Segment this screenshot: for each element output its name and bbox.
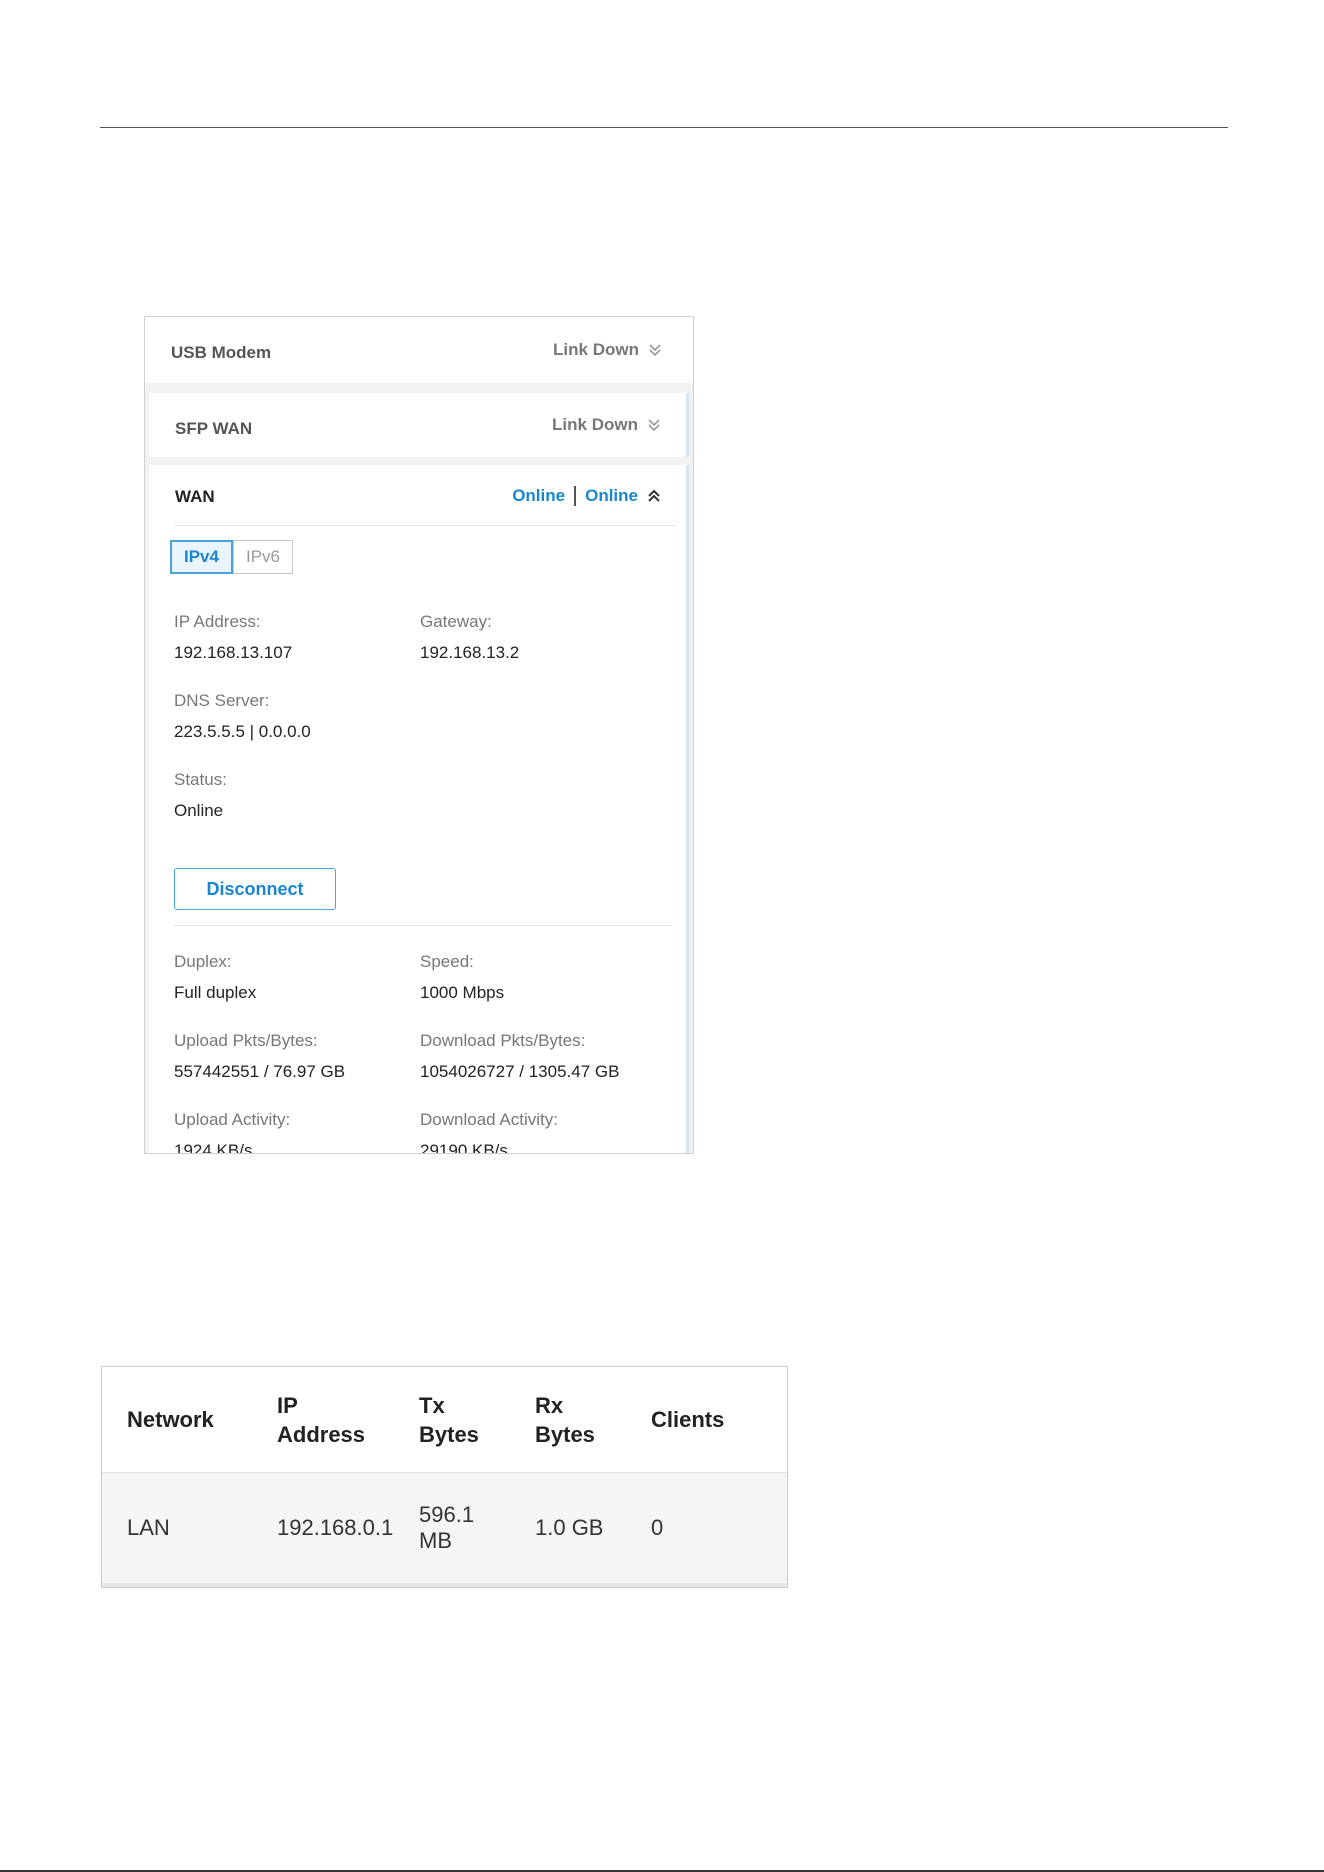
page-top-rule <box>100 127 1228 128</box>
upload-pkts-value: 557442551 / 76.97 GB <box>174 1062 346 1081</box>
gateway-label: Gateway: <box>420 612 492 631</box>
activity-clip: Upload Activity: 1924 KB/s Download Acti… <box>145 1100 689 1153</box>
header-ip-address: IP Address <box>277 1391 365 1449</box>
header-tx-bytes: Tx Bytes <box>419 1391 479 1449</box>
download-activity-value: 29190 KB/s <box>420 1141 508 1153</box>
usb-modem-status-text: Link Down <box>553 340 639 359</box>
tab-ipv4[interactable]: IPv4 <box>170 540 233 574</box>
dns-server-field: DNS Server: 223.5.5.5 | 0.0.0.0 <box>174 691 311 742</box>
wan-status-ipv6: Online <box>585 486 638 505</box>
cell-tx-bytes: 596.1 MB <box>419 1502 474 1554</box>
disconnect-button[interactable]: Disconnect <box>174 868 336 910</box>
upload-activity-field: Upload Activity: 1924 KB/s <box>174 1110 290 1153</box>
usb-modem-card[interactable]: USB Modem Link Down <box>145 317 693 383</box>
usb-modem-title: USB Modem <box>171 343 272 362</box>
header-ip-address-line2: Address <box>277 1422 366 1447</box>
wan-stats-divider <box>174 925 672 926</box>
chevron-double-up-icon[interactable] <box>646 487 662 505</box>
table-row[interactable]: LAN 192.168.0.1 596.1 MB 1.0 GB 0 <box>102 1473 787 1583</box>
ip-version-tabs: IPv4 IPv6 <box>170 540 294 574</box>
upload-activity-value: 1924 KB/s <box>174 1141 253 1153</box>
duplex-field: Duplex: Full duplex <box>174 952 256 1003</box>
status-field: Status: Online <box>174 770 227 821</box>
status-value: Online <box>174 801 224 820</box>
lan-table: Network IP Address Tx Bytes Rx Bytes Cli… <box>101 1366 788 1588</box>
cell-tx-bytes-line2: MB <box>419 1528 452 1553</box>
wan-status[interactable]: Online Online <box>512 486 662 506</box>
download-pkts-value: 1054026727 / 1305.47 GB <box>420 1062 620 1081</box>
chevron-double-down-icon[interactable] <box>647 341 663 359</box>
header-tx-bytes-line2: Bytes <box>419 1422 479 1447</box>
ip-address-value: 192.168.13.107 <box>174 643 293 662</box>
cell-tx-bytes-line1: 596.1 <box>419 1502 475 1527</box>
header-rx-bytes-line1: Rx <box>535 1393 564 1418</box>
header-tx-bytes-line1: Tx <box>419 1393 445 1418</box>
duplex-label: Duplex: <box>174 952 232 971</box>
header-clients: Clients <box>651 1407 725 1432</box>
dns-server-label: DNS Server: <box>174 691 270 710</box>
sfp-wan-card[interactable]: SFP WAN Link Down <box>149 393 689 457</box>
header-network: Network <box>127 1407 214 1432</box>
speed-value: 1000 Mbps <box>420 983 505 1002</box>
table-bottom-edge <box>102 1583 787 1587</box>
dns-server-value: 223.5.5.5 | 0.0.0.0 <box>174 722 311 741</box>
wan-status-ipv4: Online <box>512 486 566 505</box>
cell-network: LAN <box>127 1515 170 1540</box>
download-pkts-field: Download Pkts/Bytes: 1054026727 / 1305.4… <box>420 1031 619 1082</box>
wan-title: WAN <box>175 487 215 506</box>
gateway-value: 192.168.13.2 <box>420 643 520 662</box>
tab-ipv6[interactable]: IPv6 <box>232 540 294 574</box>
cell-ip-address: 192.168.0.1 <box>277 1515 394 1540</box>
lan-table-header: Network IP Address Tx Bytes Rx Bytes Cli… <box>102 1367 787 1473</box>
header-rx-bytes: Rx Bytes <box>535 1391 595 1449</box>
speed-field: Speed: 1000 Mbps <box>420 952 504 1003</box>
download-pkts-label: Download Pkts/Bytes: <box>420 1031 586 1050</box>
header-ip-address-line1: IP <box>277 1393 298 1418</box>
sfp-wan-status-text: Link Down <box>552 415 638 434</box>
status-separator <box>574 486 577 506</box>
gateway-field: Gateway: 192.168.13.2 <box>420 612 519 663</box>
upload-pkts-label: Upload Pkts/Bytes: <box>174 1031 318 1050</box>
speed-label: Speed: <box>420 952 474 971</box>
usb-modem-status[interactable]: Link Down <box>553 340 663 360</box>
upload-pkts-field: Upload Pkts/Bytes: 557442551 / 76.97 GB <box>174 1031 345 1082</box>
download-activity-label: Download Activity: <box>420 1110 558 1129</box>
duplex-value: Full duplex <box>174 983 257 1002</box>
download-activity-field: Download Activity: 29190 KB/s <box>420 1110 558 1153</box>
cell-clients: 0 <box>651 1515 664 1540</box>
wan-header-divider <box>175 525 675 526</box>
sfp-wan-status[interactable]: Link Down <box>552 415 662 435</box>
chevron-double-down-icon[interactable] <box>646 416 662 434</box>
status-label: Status: <box>174 770 227 789</box>
panel-bottom-border <box>144 1153 694 1154</box>
ip-address-label: IP Address: <box>174 612 261 631</box>
cell-rx-bytes: 1.0 GB <box>535 1515 604 1540</box>
header-rx-bytes-line2: Bytes <box>535 1422 595 1447</box>
upload-activity-label: Upload Activity: <box>174 1110 291 1129</box>
ip-address-field: IP Address: 192.168.13.107 <box>174 612 292 663</box>
sfp-wan-title: SFP WAN <box>175 419 253 438</box>
